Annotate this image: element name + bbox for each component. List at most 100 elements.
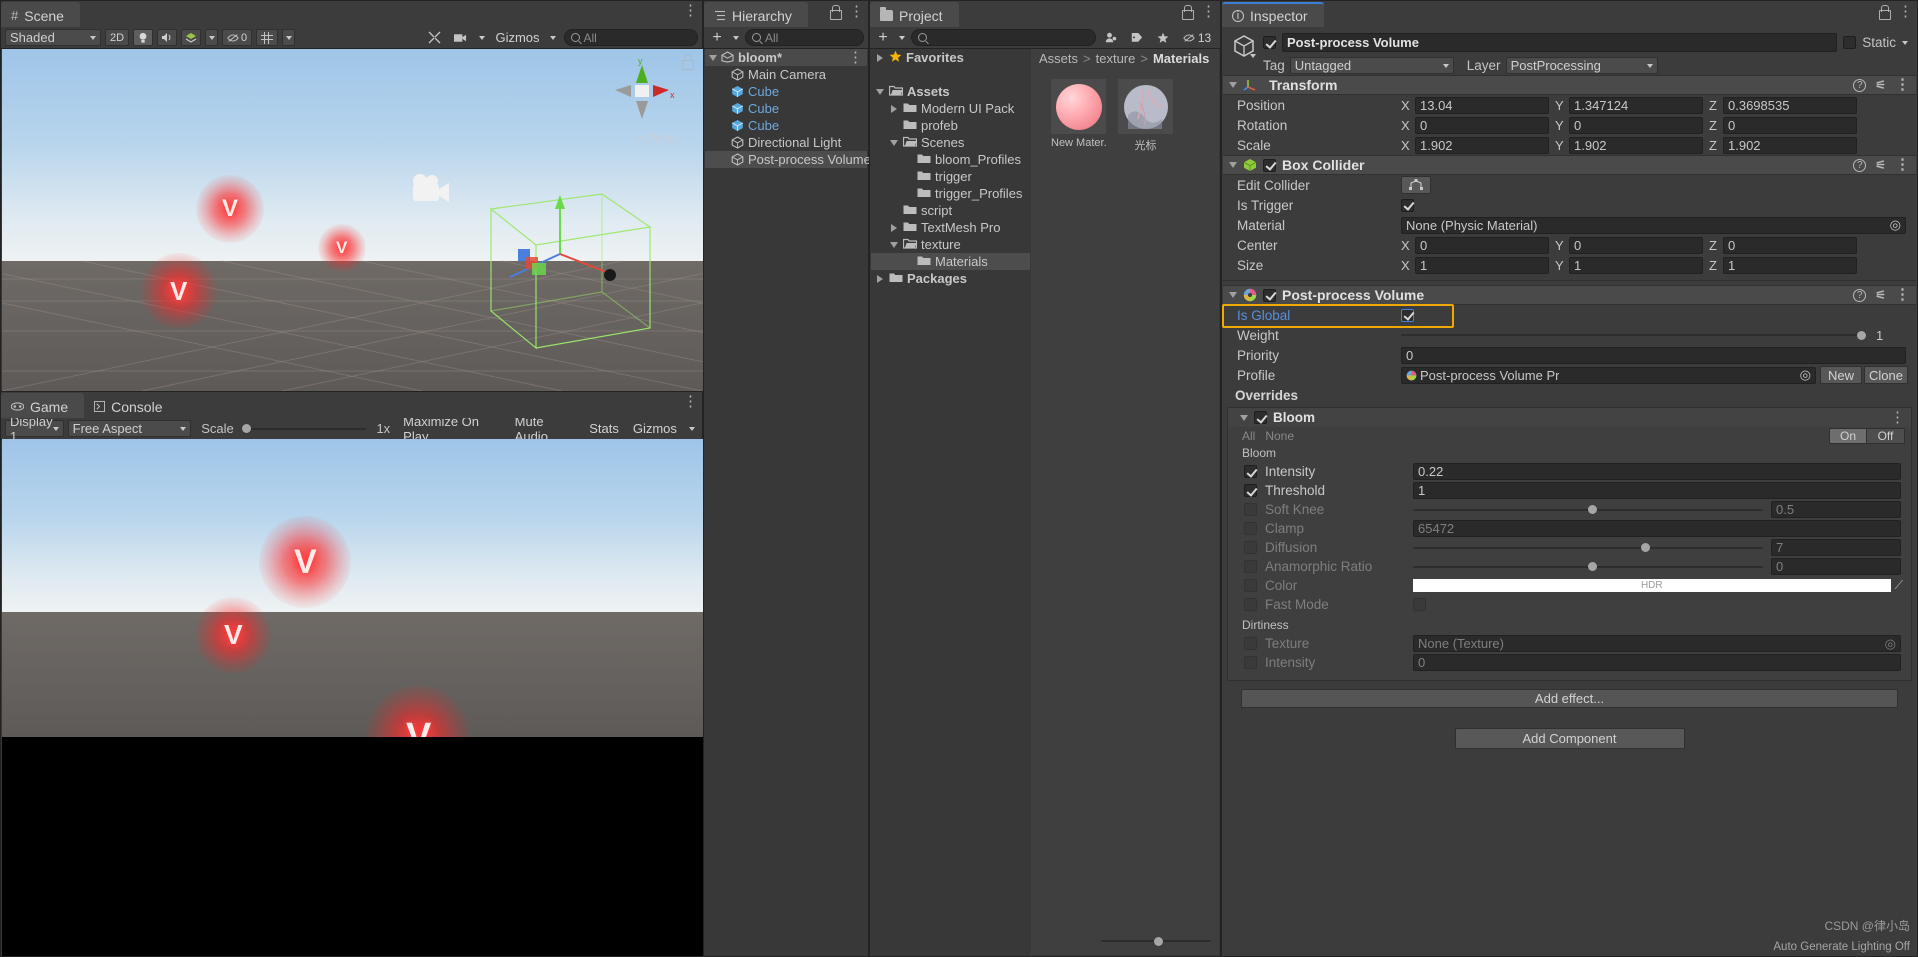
scene-context-menu-icon[interactable] [848, 52, 863, 64]
bloom-all-button[interactable]: All [1242, 429, 1255, 443]
profile-field[interactable]: Post-process Volume Pr ◎ [1401, 366, 1816, 384]
collider-size-x-field[interactable]: 1 [1415, 256, 1549, 274]
tag-dropdown[interactable]: Untagged [1289, 57, 1454, 74]
hierarchy-list[interactable]: bloom* Main Camera Cube Cube Cube Directional… [705, 49, 871, 955]
chevron-down-icon[interactable] [1240, 414, 1248, 421]
bloom-intensity-input[interactable]: 0 [1413, 654, 1901, 671]
bloom-fast-mode-checkbox[interactable] [1413, 598, 1426, 611]
new-profile-button[interactable]: New [1820, 366, 1862, 384]
stats-button[interactable]: Stats [584, 420, 624, 437]
chevron-right-icon[interactable] [875, 274, 885, 283]
project-folder-tree[interactable]: Favorites Assets Modern UI Pack profeb Scene… [871, 49, 1030, 955]
collider-center-x-field[interactable]: 0 [1415, 236, 1549, 254]
transform-kebab-icon[interactable] [1895, 79, 1910, 91]
hierarchy-item-bloom[interactable]: bloom* [705, 49, 867, 66]
bloom-on-button[interactable]: On [1829, 427, 1867, 444]
breadcrumb-item-texture[interactable]: texture [1096, 51, 1136, 66]
is-global-checkbox[interactable] [1401, 308, 1414, 322]
asset-item[interactable]: New Mater... [1051, 79, 1106, 153]
project-tree-item-textmesh-pro[interactable]: TextMesh Pro [871, 219, 1030, 236]
object-picker-icon[interactable]: ◎ [1800, 367, 1811, 383]
gizmos-dropdown[interactable] [546, 29, 560, 46]
gameobject-enabled-checkbox[interactable] [1263, 36, 1276, 49]
transform-rotation-x-field[interactable]: 0 [1415, 116, 1549, 134]
bloom-kebab-icon[interactable] [1890, 412, 1905, 424]
is-trigger-checkbox[interactable] [1401, 198, 1414, 212]
scene-perspective-label[interactable]: < Persp [637, 131, 679, 145]
help-icon[interactable]: ? [1853, 158, 1867, 172]
bloom-anamorphic-ratio-slider[interactable] [1413, 561, 1763, 573]
scene-lock-icon[interactable] [681, 55, 694, 70]
scene-lighting-toggle[interactable] [133, 29, 153, 46]
breadcrumb-item-assets[interactable]: Assets [1039, 51, 1078, 66]
maximize-on-play-button[interactable]: Maximize On Play [398, 414, 506, 444]
help-icon[interactable]: ? [1853, 78, 1867, 92]
tab-inspector[interactable]: i Inspector [1222, 2, 1324, 27]
project-tree-item-materials[interactable]: Materials [871, 253, 1030, 270]
chevron-down-icon[interactable] [709, 54, 717, 61]
tab-console[interactable]: Console [84, 393, 179, 418]
chevron-down-icon[interactable] [889, 241, 899, 248]
hierarchy-item-cube[interactable]: Cube [705, 117, 867, 134]
mute-audio-button[interactable]: Mute Audio [509, 414, 581, 444]
bloom-anamorphic-ratio-override-checkbox[interactable] [1244, 560, 1257, 573]
transform-scale-z-field[interactable]: 1.902 [1723, 136, 1857, 154]
scene-camera-button[interactable] [449, 29, 472, 46]
tab-project[interactable]: Project [870, 2, 959, 27]
transform-position-z-field[interactable]: 0.3698535 [1723, 96, 1857, 114]
scene-fx-dropdown[interactable] [205, 29, 218, 46]
project-tree-item-packages[interactable]: Packages [871, 270, 1030, 287]
gizmos-button[interactable]: Gizmos [492, 29, 543, 46]
chevron-down-icon[interactable] [889, 139, 899, 146]
favorite-filter-button[interactable] [1152, 29, 1174, 46]
scene-search-input[interactable]: All [563, 29, 698, 46]
inspector-lock-icon[interactable] [1878, 5, 1891, 20]
project-tree-item-modern-ui-pack[interactable]: Modern UI Pack [871, 100, 1030, 117]
hierarchy-item-cube[interactable]: Cube [705, 83, 867, 100]
project-tree-item-script[interactable]: script [871, 202, 1030, 219]
bloom-anamorphic-ratio-input[interactable]: 0 [1771, 558, 1901, 575]
chevron-right-icon[interactable] [889, 104, 899, 113]
bloom-none-button[interactable]: None [1265, 429, 1294, 443]
collider-center-z-field[interactable]: 0 [1723, 236, 1857, 254]
box-collider-kebab-icon[interactable] [1895, 159, 1910, 171]
game-gizmos-dropdown[interactable] [685, 420, 698, 437]
bloom-soft-knee-input[interactable]: 0.5 [1771, 501, 1901, 518]
hierarchy-item-main-camera[interactable]: Main Camera [705, 66, 867, 83]
box-collider-component-header[interactable]: Box Collider ? ⚟ [1223, 155, 1916, 175]
chevron-down-icon[interactable] [875, 88, 885, 95]
hierarchy-lock-icon[interactable] [829, 5, 842, 20]
scene-grid-dropdown[interactable] [282, 29, 295, 46]
hierarchy-item-cube[interactable]: Cube [705, 100, 867, 117]
weight-slider[interactable] [1401, 329, 1866, 341]
ppv-enabled-checkbox[interactable] [1263, 288, 1276, 302]
add-effect-button[interactable]: Add effect... [1241, 689, 1898, 708]
tab-hierarchy[interactable]: Hierarchy [704, 2, 808, 27]
breadcrumb[interactable]: Assets > texture > Materials [1031, 49, 1219, 67]
static-dropdown-icon[interactable] [1902, 40, 1908, 45]
preset-icon[interactable]: ⚟ [1875, 78, 1886, 92]
ppv-component-header[interactable]: Post-process Volume ? ⚟ [1223, 285, 1916, 305]
eyedropper-icon[interactable]: ⟋ [1895, 578, 1903, 593]
collider-material-field[interactable]: None (Physic Material) ◎ [1401, 216, 1906, 234]
bloom-texture-override-checkbox[interactable] [1244, 637, 1257, 650]
collider-size-y-field[interactable]: 1 [1569, 256, 1703, 274]
project-kebab-icon[interactable] [1201, 6, 1216, 18]
transform-rotation-z-field[interactable]: 0 [1723, 116, 1857, 134]
collider-size-z-field[interactable]: 1 [1723, 256, 1857, 274]
add-component-button[interactable]: Add Component [1454, 728, 1685, 749]
clone-profile-button[interactable]: Clone [1864, 366, 1908, 384]
scene-camera-dropdown[interactable] [475, 29, 489, 46]
create-gameobject-dropdown[interactable] [730, 29, 741, 46]
project-tree-item-trigger-profiles[interactable]: trigger_Profiles [871, 185, 1030, 202]
project-tree-item-bloom-profiles[interactable]: bloom_Profiles [871, 151, 1030, 168]
asset-item[interactable]: 光标 [1118, 79, 1173, 153]
toggle-2d-button[interactable]: 2D [105, 29, 129, 46]
priority-field[interactable]: 0 [1401, 346, 1906, 364]
scene-fx-toggle[interactable] [181, 29, 201, 46]
shading-mode-dropdown[interactable]: Shaded [5, 29, 101, 46]
gameobject-name-input[interactable]: Post-process Volume [1282, 33, 1838, 52]
aspect-dropdown[interactable]: Free Aspect [67, 420, 192, 437]
bloom-soft-knee-slider[interactable] [1413, 504, 1763, 516]
preset-icon[interactable]: ⚟ [1875, 158, 1886, 172]
